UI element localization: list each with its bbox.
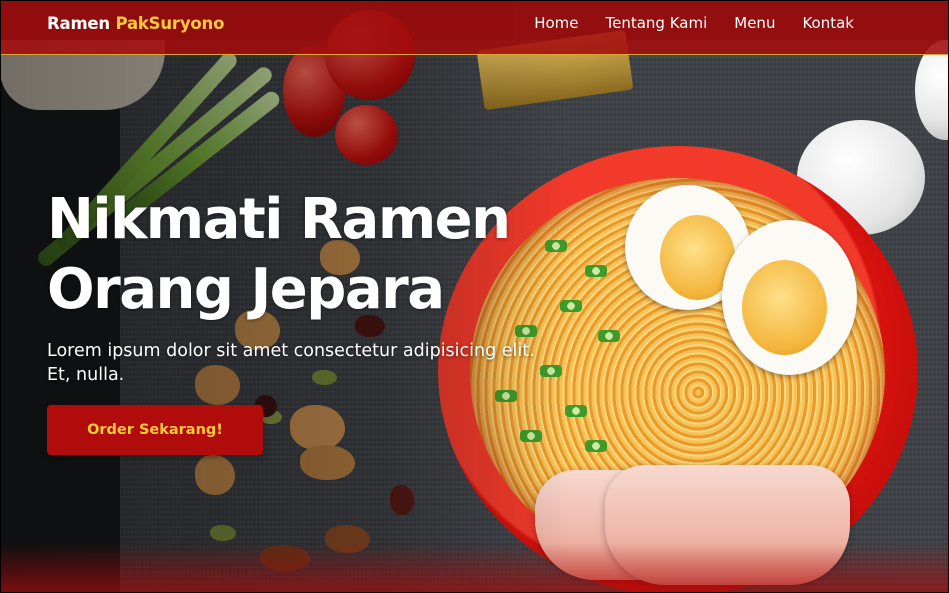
bottom-gradient: [0, 543, 949, 593]
order-now-button[interactable]: Order Sekarang!: [47, 405, 263, 455]
brand-name-part1: Ramen: [47, 13, 116, 33]
nav-link-menu[interactable]: Menu: [734, 14, 775, 32]
nav-link-tentang-kami[interactable]: Tentang Kami: [606, 14, 708, 32]
brand-name-part2: PakSuryono: [115, 13, 225, 33]
hero-title-line2: Orang Jepara: [47, 257, 445, 322]
nav-link-home[interactable]: Home: [534, 14, 578, 32]
hero-title: Nikmati Ramen Orang Jepara: [47, 185, 567, 325]
hero-content: Nikmati Ramen Orang Jepara Lorem ipsum d…: [47, 185, 567, 455]
hero-description: Lorem ipsum dolor sit amet consectetur a…: [47, 341, 535, 385]
nav-link-kontak[interactable]: Kontak: [802, 14, 854, 32]
hero-title-line1: Nikmati Ramen: [47, 187, 511, 252]
brand-logo[interactable]: Ramen PakSuryono: [47, 14, 224, 33]
navbar: Ramen PakSuryono Home Tentang Kami Menu …: [0, 0, 949, 55]
nav-links: Home Tentang Kami Menu Kontak: [534, 14, 854, 32]
